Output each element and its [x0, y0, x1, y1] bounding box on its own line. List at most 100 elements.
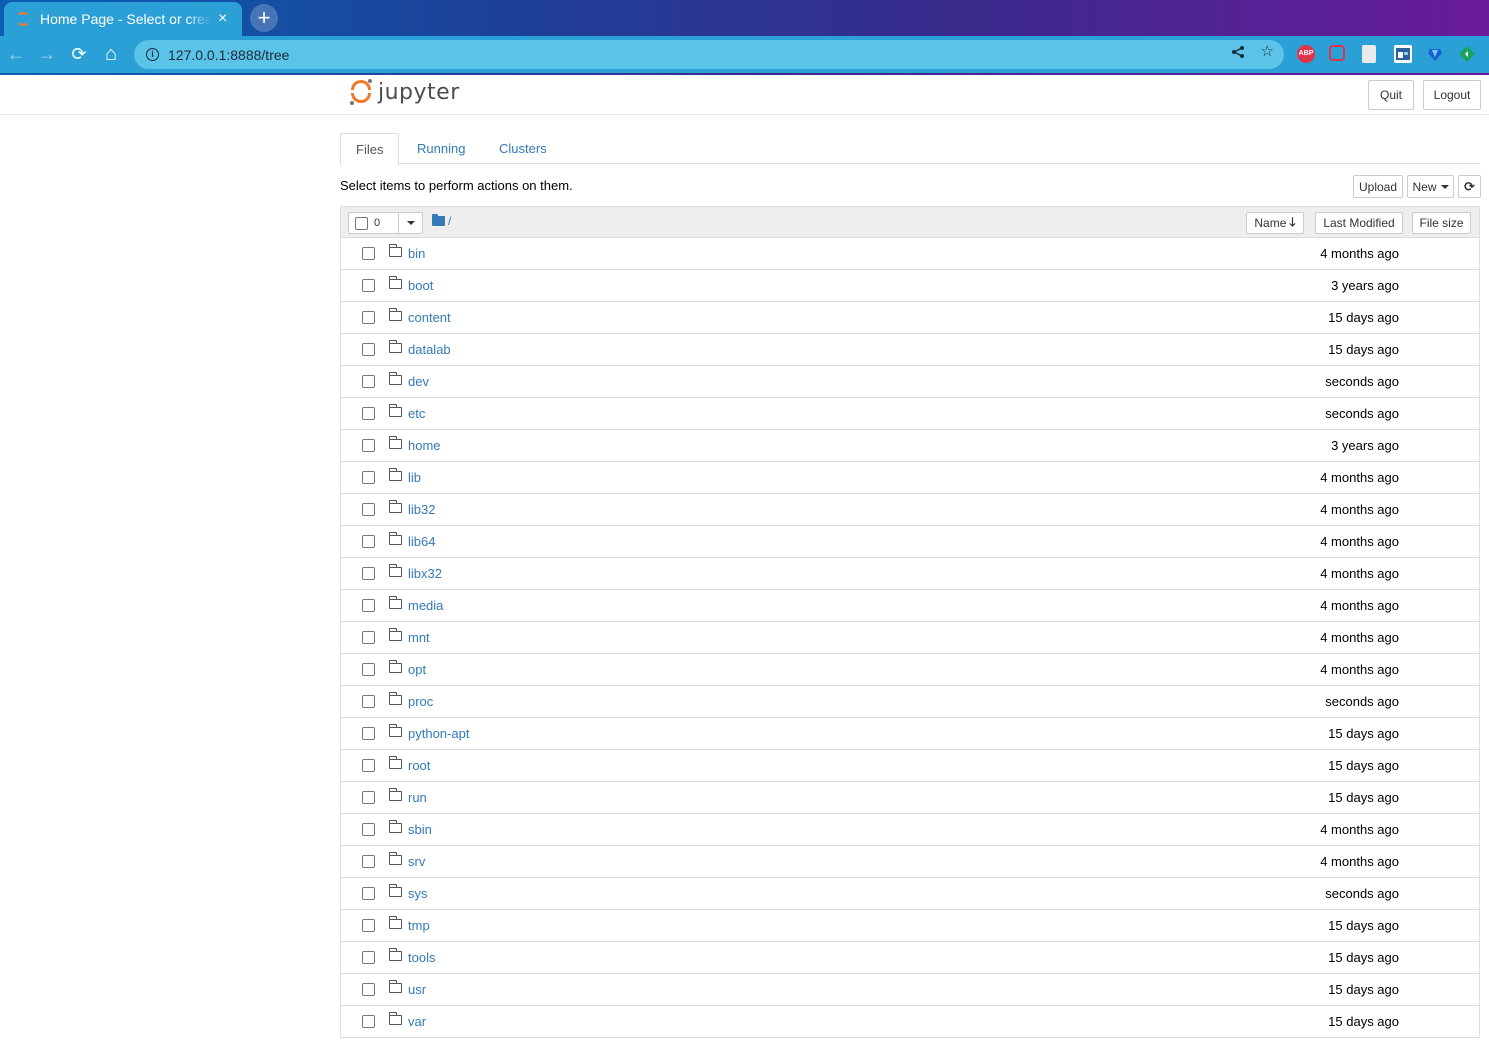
item-checkbox[interactable] [362, 823, 375, 836]
item-checkbox[interactable] [362, 407, 375, 420]
document-extension-icon[interactable] [1362, 45, 1376, 63]
item-name-link[interactable]: libx32 [408, 566, 442, 581]
new-dropdown-button[interactable]: New [1407, 175, 1454, 198]
list-item[interactable]: usr 15 days ago [341, 974, 1479, 1006]
gem-extension-icon[interactable] [1426, 45, 1444, 63]
list-item[interactable]: home 3 years ago [341, 430, 1479, 462]
item-name-link[interactable]: var [408, 1014, 426, 1029]
item-name-link[interactable]: dev [408, 374, 429, 389]
item-name-link[interactable]: bin [408, 246, 425, 261]
address-bar[interactable]: i 127.0.0.1:8888/tree ☆ [134, 40, 1284, 69]
adblock-extension-icon[interactable]: ABP [1297, 45, 1315, 63]
back-arrow-icon[interactable]: ← [4, 42, 28, 66]
bookmark-star-icon[interactable]: ☆ [1261, 44, 1274, 63]
item-name-link[interactable]: proc [408, 694, 433, 709]
item-checkbox[interactable] [362, 279, 375, 292]
list-item[interactable]: etc seconds ago [341, 398, 1479, 430]
list-item[interactable]: sbin 4 months ago [341, 814, 1479, 846]
item-name-link[interactable]: lib64 [408, 534, 435, 549]
list-item[interactable]: content 15 days ago [341, 302, 1479, 334]
item-name-link[interactable]: content [408, 310, 451, 325]
item-checkbox[interactable] [362, 727, 375, 740]
list-item[interactable]: root 15 days ago [341, 750, 1479, 782]
select-all-checkbox[interactable] [355, 216, 368, 230]
list-item[interactable]: python-apt 15 days ago [341, 718, 1479, 750]
item-name-link[interactable]: sys [408, 886, 428, 901]
item-name-link[interactable]: boot [408, 278, 433, 293]
browser-tab-active[interactable]: Home Page - Select or create a notebook … [4, 2, 242, 36]
tab-files[interactable]: Files [340, 133, 400, 165]
list-item[interactable]: datalab 15 days ago [341, 334, 1479, 366]
refresh-button[interactable]: ⟳ [1458, 175, 1481, 198]
new-tab-button[interactable]: + [250, 4, 278, 32]
list-item[interactable]: tmp 15 days ago [341, 910, 1479, 942]
list-item[interactable]: dev seconds ago [341, 366, 1479, 398]
item-checkbox[interactable] [362, 631, 375, 644]
list-item[interactable]: media 4 months ago [341, 590, 1479, 622]
item-checkbox[interactable] [362, 599, 375, 612]
list-item[interactable]: opt 4 months ago [341, 654, 1479, 686]
quit-button[interactable]: Quit [1368, 80, 1414, 110]
list-item[interactable]: proc seconds ago [341, 686, 1479, 718]
item-name-link[interactable]: python-apt [408, 726, 469, 741]
list-item[interactable]: srv 4 months ago [341, 846, 1479, 878]
jupyter-logo[interactable]: jupyter [350, 79, 460, 105]
list-item[interactable]: sys seconds ago [341, 878, 1479, 910]
item-name-link[interactable]: run [408, 790, 427, 805]
item-name-link[interactable]: mnt [408, 630, 430, 645]
home-icon[interactable]: ⌂ [99, 42, 123, 66]
tab-clusters[interactable]: Clusters [484, 133, 562, 164]
item-name-link[interactable]: home [408, 438, 441, 453]
window-extension-icon[interactable] [1394, 45, 1412, 63]
list-item[interactable]: mnt 4 months ago [341, 622, 1479, 654]
item-checkbox[interactable] [362, 503, 375, 516]
item-checkbox[interactable] [362, 375, 375, 388]
list-item[interactable]: var 15 days ago [341, 1006, 1479, 1038]
item-name-link[interactable]: tools [408, 950, 435, 965]
item-name-link[interactable]: opt [408, 662, 426, 677]
list-item[interactable]: libx32 4 months ago [341, 558, 1479, 590]
list-item[interactable]: lib32 4 months ago [341, 494, 1479, 526]
item-checkbox[interactable] [362, 247, 375, 260]
list-item[interactable]: boot 3 years ago [341, 270, 1479, 302]
share-icon[interactable] [1231, 45, 1245, 63]
item-name-link[interactable]: lib [408, 470, 421, 485]
item-name-link[interactable]: root [408, 758, 430, 773]
item-checkbox[interactable] [362, 919, 375, 932]
item-checkbox[interactable] [362, 567, 375, 580]
close-tab-icon[interactable]: × [218, 11, 227, 27]
item-checkbox[interactable] [362, 663, 375, 676]
item-checkbox[interactable] [362, 471, 375, 484]
item-checkbox[interactable] [362, 535, 375, 548]
sort-by-modified-button[interactable]: Last Modified [1315, 212, 1403, 234]
item-checkbox[interactable] [362, 983, 375, 996]
sort-by-size-button[interactable]: File size [1412, 212, 1471, 234]
item-checkbox[interactable] [362, 695, 375, 708]
item-checkbox[interactable] [362, 791, 375, 804]
item-name-link[interactable]: tmp [408, 918, 430, 933]
list-item[interactable]: tools 15 days ago [341, 942, 1479, 974]
pocket-extension-icon[interactable] [1329, 45, 1345, 61]
item-name-link[interactable]: datalab [408, 342, 451, 357]
breadcrumb[interactable]: / [448, 214, 451, 228]
site-info-icon[interactable]: i [146, 48, 159, 61]
list-item[interactable]: lib64 4 months ago [341, 526, 1479, 558]
item-checkbox[interactable] [362, 887, 375, 900]
diamond-extension-icon[interactable] [1458, 45, 1476, 63]
list-item[interactable]: run 15 days ago [341, 782, 1479, 814]
item-checkbox[interactable] [362, 759, 375, 772]
item-checkbox[interactable] [362, 343, 375, 356]
tab-running[interactable]: Running [402, 133, 480, 164]
list-item[interactable]: bin 4 months ago [341, 238, 1479, 270]
forward-arrow-icon[interactable]: → [35, 42, 59, 66]
select-all-control[interactable]: 0 [348, 212, 423, 234]
url-text[interactable]: 127.0.0.1:8888/tree [168, 47, 289, 63]
item-checkbox[interactable] [362, 951, 375, 964]
item-name-link[interactable]: media [408, 598, 443, 613]
item-checkbox[interactable] [362, 439, 375, 452]
item-checkbox[interactable] [362, 311, 375, 324]
item-name-link[interactable]: etc [408, 406, 425, 421]
upload-button[interactable]: Upload [1353, 175, 1403, 198]
item-checkbox[interactable] [362, 855, 375, 868]
list-item[interactable]: lib 4 months ago [341, 462, 1479, 494]
